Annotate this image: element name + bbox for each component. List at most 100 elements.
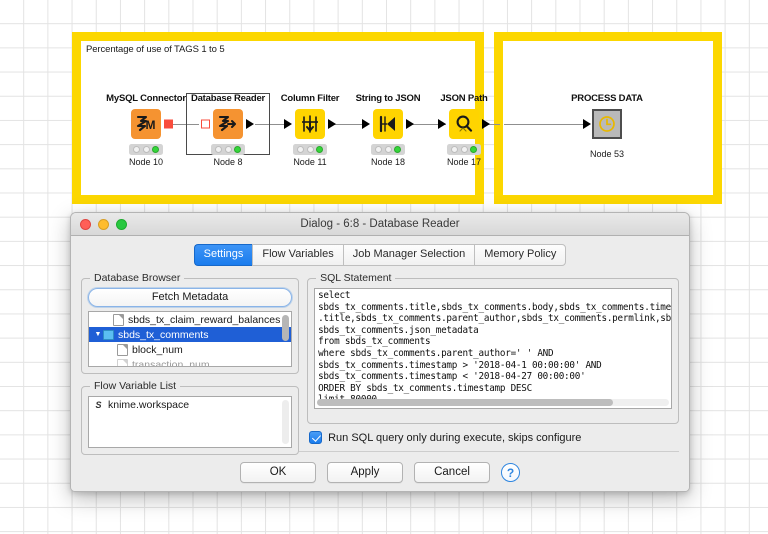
folder-icon [103, 330, 114, 340]
fetch-metadata-button[interactable]: Fetch Metadata [88, 288, 293, 307]
output-port-table[interactable] [482, 119, 490, 129]
input-port-table[interactable] [438, 119, 446, 129]
workflow-canvas[interactable]: Percentage of use of TAGS 1 to 5 MySQL C… [0, 0, 768, 534]
tab-settings[interactable]: Settings [193, 244, 253, 266]
run-sql-during-execute-row[interactable]: Run SQL query only during execute, skips… [307, 431, 679, 444]
tree-item-sbds-tx-comments[interactable]: ▼ sbds_tx_comments [89, 327, 292, 342]
node-id: Node 17 [446, 157, 482, 167]
database-reader-icon [201, 109, 254, 139]
output-port-table[interactable] [246, 119, 254, 129]
tab-memory-policy[interactable]: Memory Policy [474, 244, 567, 266]
status-lamp-red [133, 146, 141, 153]
svg-text:M: M [146, 118, 156, 132]
tree-twisty[interactable]: ▼ [93, 331, 103, 338]
node-json-path[interactable]: JSON Path Node 17 [424, 93, 504, 167]
flow-variable-vertical-scrollbar[interactable] [282, 400, 290, 444]
flow-variable-item[interactable]: S knime.workspace [89, 397, 291, 412]
input-port-table[interactable] [583, 119, 591, 129]
node-body[interactable] [188, 107, 268, 141]
node-id: Node 10 [128, 157, 164, 167]
tree-item-block-num[interactable]: block_num [113, 342, 291, 357]
status-lamp-red [215, 146, 223, 153]
node-database-reader[interactable]: Database Reader Node 8 [188, 93, 268, 167]
node-column-filter[interactable]: Column Filter Node 11 [270, 93, 350, 167]
node-body[interactable] [270, 107, 350, 141]
node-status-indicator [447, 144, 481, 155]
node-label: String to JSON [355, 93, 421, 104]
node-status-indicator [211, 144, 245, 155]
output-port-database[interactable] [164, 119, 173, 129]
node-body[interactable] [567, 107, 647, 141]
dialog-tabbar[interactable]: Settings Flow Variables Job Manager Sele… [71, 236, 689, 266]
flow-variable-list[interactable]: S knime.workspace [88, 396, 293, 448]
input-port-table[interactable] [284, 119, 292, 129]
flow-variable-label: knime.workspace [108, 398, 190, 411]
database-browser-legend: Database Browser [94, 272, 181, 284]
variable-icon: S [95, 399, 102, 410]
flow-variable-list-legend: Flow Variable List [94, 380, 177, 392]
node-label: Database Reader [190, 93, 266, 104]
right-column: SQL Statement select sbds_tx_comments.ti… [307, 272, 679, 444]
status-lamp-red [297, 146, 305, 153]
database-browser-tree[interactable]: sbds_tx_claim_reward_balances ▼ sbds_tx_… [88, 311, 293, 367]
string-to-json-icon [362, 109, 414, 139]
status-lamp-yellow [306, 146, 314, 153]
input-port-table[interactable] [362, 119, 370, 129]
run-sql-during-execute-checkbox[interactable] [309, 431, 323, 444]
help-icon[interactable]: ? [501, 463, 520, 482]
file-icon [113, 313, 124, 326]
sql-statement-editor[interactable]: select sbds_tx_comments.title,sbds_tx_co… [314, 288, 672, 409]
node-label: JSON Path [440, 93, 488, 104]
node-id: Node 11 [293, 157, 327, 167]
tree-item-label: transaction_num [132, 358, 210, 367]
tree-item-claim-reward-balances[interactable]: sbds_tx_claim_reward_balances [99, 312, 291, 327]
database-reader-dialog[interactable]: Dialog - 6:8 - Database Reader Settings … [70, 212, 690, 492]
node-body[interactable] [424, 107, 504, 141]
tab-flow-variables[interactable]: Flow Variables [252, 244, 343, 266]
node-body[interactable]: M [106, 107, 186, 141]
tree-item-label: sbds_tx_comments [118, 328, 209, 341]
file-icon [117, 358, 128, 366]
ok-button[interactable]: OK [240, 462, 316, 483]
node-status-indicator [129, 144, 163, 155]
tab-job-manager-selection[interactable]: Job Manager Selection [342, 244, 475, 266]
tree-item-label: sbds_tx_claim_reward_balances [128, 313, 281, 326]
dialog-button-row[interactable]: OK Apply Cancel ? [71, 462, 689, 483]
output-port-table[interactable] [328, 119, 336, 129]
node-process-data-metanode[interactable]: PROCESS DATA Node 53 [567, 93, 647, 159]
tree-vertical-scrollbar[interactable] [282, 315, 290, 341]
node-string-to-json[interactable]: String to JSON Node 18 [348, 93, 428, 167]
node-mysql-connector[interactable]: MySQL Connector M Node 10 [106, 93, 186, 167]
flow-variable-list-group: Flow Variable List S knime.workspace [81, 380, 300, 455]
node-label: Column Filter [280, 93, 340, 104]
input-port-database[interactable] [201, 119, 210, 129]
sql-statement-legend: SQL Statement [320, 272, 392, 284]
status-lamp-green [469, 146, 477, 153]
node-id: Node 53 [589, 149, 625, 159]
tree-item-transaction-num[interactable]: transaction_num [113, 357, 291, 367]
node-status-indicator [371, 144, 405, 155]
run-sql-during-execute-label: Run SQL query only during execute, skips… [328, 431, 582, 444]
database-browser-group: Database Browser Fetch Metadata sbds_tx_… [81, 272, 300, 374]
status-lamp-green [233, 146, 241, 153]
settings-pane: Database Browser Fetch Metadata sbds_tx_… [71, 266, 689, 455]
apply-button[interactable]: Apply [327, 462, 403, 483]
sql-horizontal-scrollbar[interactable] [317, 399, 669, 406]
status-lamp-green [393, 146, 401, 153]
json-path-icon [438, 109, 490, 139]
cancel-button[interactable]: Cancel [414, 462, 490, 483]
left-column: Database Browser Fetch Metadata sbds_tx_… [81, 272, 300, 455]
node-label: MySQL Connector [106, 93, 186, 104]
node-id: Node 18 [370, 157, 406, 167]
sql-horizontal-scrollbar-thumb[interactable] [317, 399, 613, 406]
sql-statement-group: SQL Statement select sbds_tx_comments.ti… [307, 272, 679, 424]
file-icon [117, 343, 128, 356]
mysql-connector-icon: M [131, 109, 173, 139]
status-lamp-yellow [384, 146, 392, 153]
status-lamp-green [315, 146, 323, 153]
output-port-table[interactable] [406, 119, 414, 129]
tree-item-label: block_num [132, 343, 183, 356]
node-body[interactable] [348, 107, 428, 141]
dialog-titlebar[interactable]: Dialog - 6:8 - Database Reader [71, 213, 689, 236]
node-id: Node 8 [213, 157, 243, 167]
